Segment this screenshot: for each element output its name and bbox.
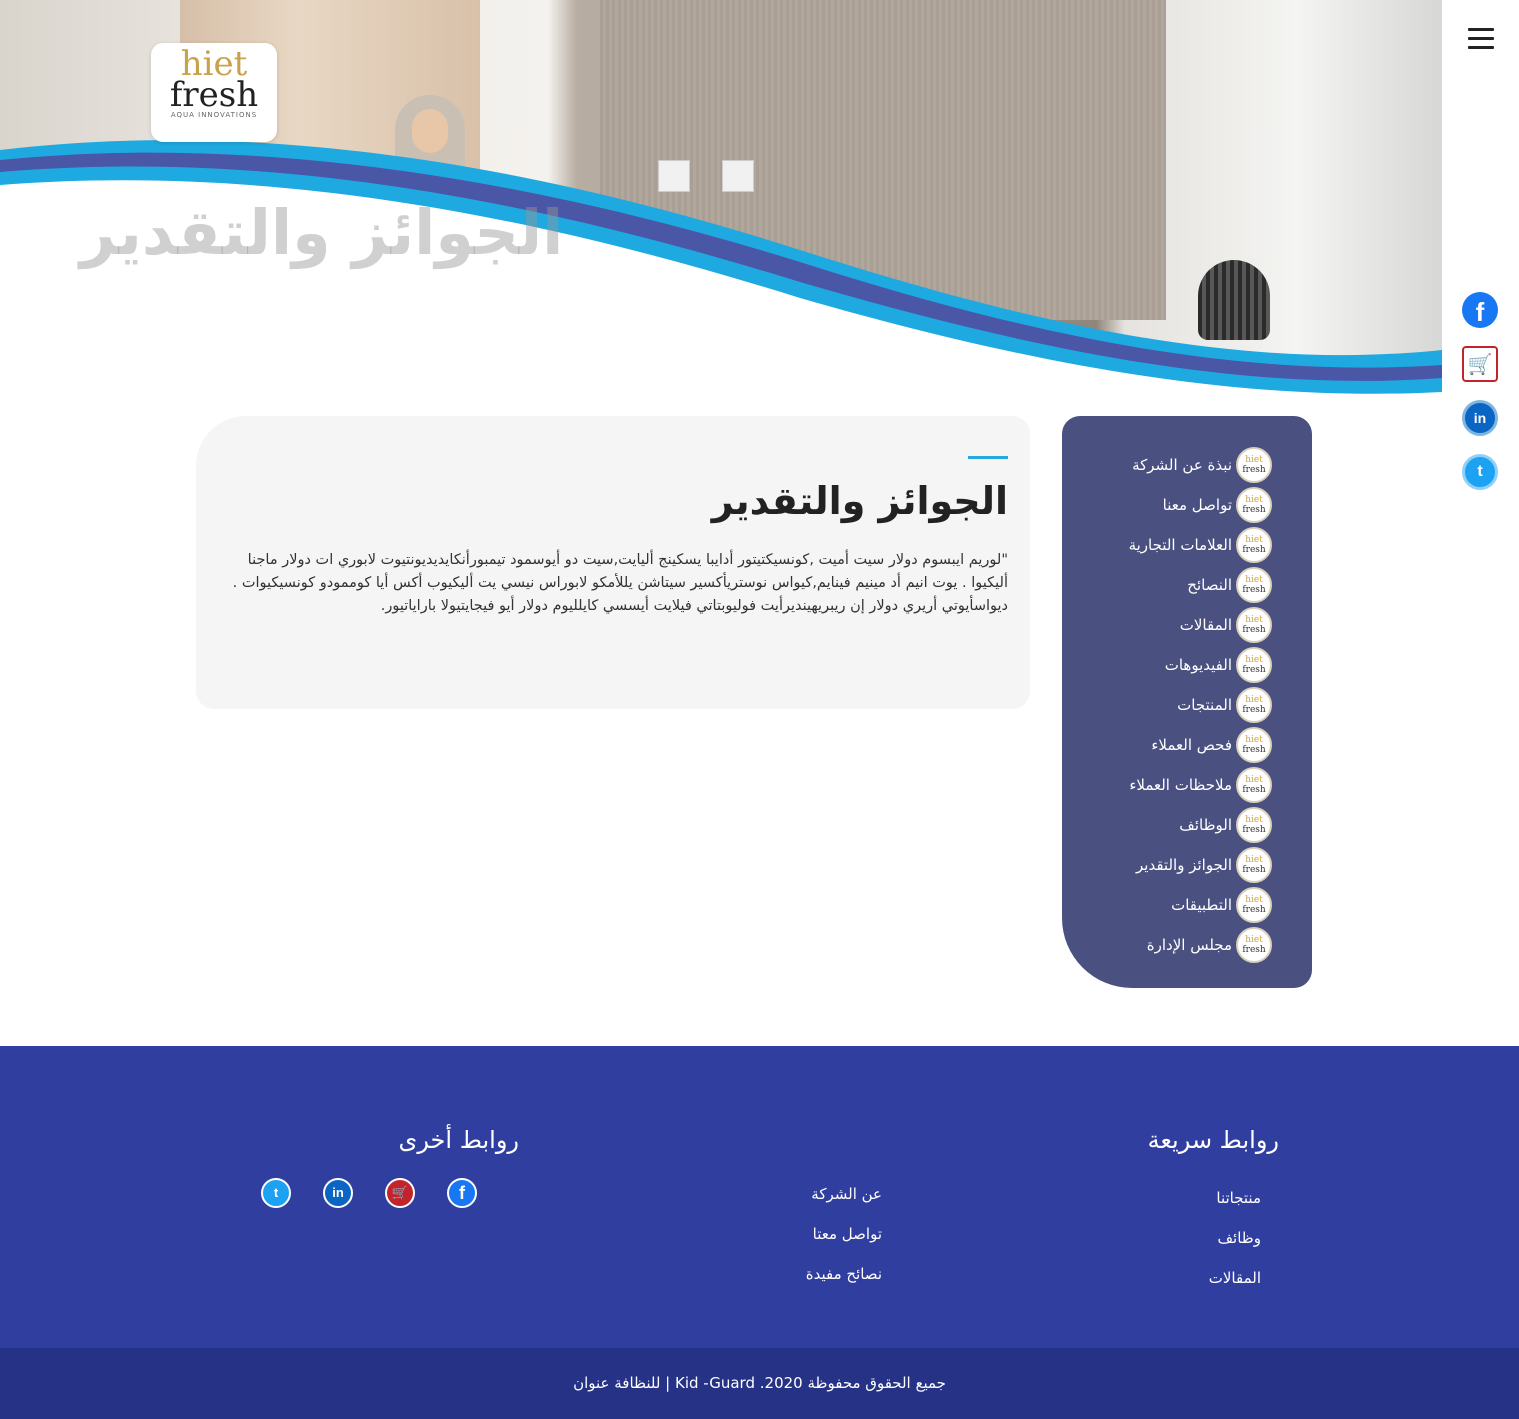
sidebar-item-articles[interactable]: hiet fresh المقالات bbox=[1062, 605, 1312, 645]
linkedin-icon[interactable]: in bbox=[323, 1178, 353, 1208]
logo-icon: hiet fresh bbox=[1236, 647, 1272, 683]
sidebar-item-label: نبذة عن الشركة bbox=[1132, 456, 1232, 474]
sidebar-item-label: التطبيقات bbox=[1171, 896, 1232, 914]
social-rail: f 🛒 in t bbox=[1462, 292, 1500, 508]
sidebar-item-label: المقالات bbox=[1179, 616, 1232, 634]
logo-icon: hiet fresh bbox=[1236, 447, 1272, 483]
footer-other-links-title: روابط أخرى bbox=[398, 1126, 519, 1154]
footer: روابط سريعة منتجاتنا وظائف المقالات عن ا… bbox=[0, 1046, 1519, 1348]
sidebar-item-contact[interactable]: hiet fresh تواصل معنا bbox=[1062, 485, 1312, 525]
sidebar-item-products[interactable]: hiet fresh المنتجات bbox=[1062, 685, 1312, 725]
footer-link-about[interactable]: عن الشركة bbox=[682, 1174, 882, 1214]
sidebar-item-brands[interactable]: hiet fresh العلامات التجارية bbox=[1062, 525, 1312, 565]
footer-quick-links-title: روابط سريعة bbox=[1147, 1126, 1279, 1154]
footer-other-links: روابط أخرى t in 🛒 f bbox=[259, 1126, 519, 1208]
sidebar-item-tips[interactable]: hiet fresh النصائح bbox=[1062, 565, 1312, 605]
linkedin-icon[interactable]: in bbox=[1462, 400, 1498, 436]
twitter-icon[interactable]: t bbox=[1462, 454, 1498, 490]
footer-quick-links: روابط سريعة منتجاتنا وظائف المقالات bbox=[1079, 1126, 1279, 1298]
sidebar-item-board[interactable]: hiet fresh مجلس الإدارة bbox=[1062, 925, 1312, 965]
footer-link-articles[interactable]: المقالات bbox=[1079, 1258, 1279, 1298]
site-logo[interactable]: hiet fresh AQUA INNOVATIONS bbox=[151, 43, 277, 142]
sidebar-item-label: تواصل معنا bbox=[1162, 496, 1232, 514]
logo-icon: hiet fresh bbox=[1236, 607, 1272, 643]
sidebar-item-awards[interactable]: hiet fresh الجوائز والتقدير bbox=[1062, 845, 1312, 885]
logo-icon: hiet fresh bbox=[1236, 567, 1272, 603]
twitter-icon[interactable]: t bbox=[261, 1178, 291, 1208]
sidebar-nav: hiet fresh نبذة عن الشركة hiet fresh تواصل م… bbox=[1062, 416, 1312, 988]
copyright: جميع الحقوق محفوظة 2020. Kid -Guard | لل… bbox=[0, 1348, 1519, 1419]
logo-icon: hiet fresh bbox=[1236, 727, 1272, 763]
sidebar-item-label: ملاحظات العملاء bbox=[1129, 776, 1232, 794]
facebook-icon[interactable]: f bbox=[1462, 292, 1498, 328]
logo-line2: fresh bbox=[169, 75, 259, 115]
cart-icon[interactable]: 🛒 bbox=[1462, 346, 1498, 382]
facebook-icon[interactable]: f bbox=[447, 1178, 477, 1208]
sidebar-item-label: الوظائف bbox=[1179, 816, 1232, 834]
sidebar-item-about[interactable]: hiet fresh نبذة عن الشركة bbox=[1062, 445, 1312, 485]
hero-title: الجوائز والتقدير bbox=[80, 196, 564, 269]
footer-link-jobs[interactable]: وظائف bbox=[1079, 1218, 1279, 1258]
right-rail bbox=[1442, 0, 1519, 1046]
logo-icon: hiet fresh bbox=[1236, 807, 1272, 843]
logo-icon: hiet fresh bbox=[1236, 527, 1272, 563]
sidebar-item-label: العلامات التجارية bbox=[1128, 536, 1232, 554]
page-body-text: "لوريم ايبسوم دولار سيت أميت ,كونسيكتيتو… bbox=[232, 552, 1008, 614]
sidebar-item-videos[interactable]: hiet fresh الفيديوهات bbox=[1062, 645, 1312, 685]
footer-social: t in 🛒 f bbox=[259, 1178, 497, 1208]
footer-link-contact[interactable]: تواصل معتا bbox=[682, 1214, 882, 1254]
page-title: الجوائز والتقدير bbox=[711, 479, 1008, 523]
logo-icon: hiet fresh bbox=[1236, 847, 1272, 883]
sidebar-item-customer-check[interactable]: hiet fresh فحص العملاء bbox=[1062, 725, 1312, 765]
sidebar-item-feedback[interactable]: hiet fresh ملاحظات العملاء bbox=[1062, 765, 1312, 805]
logo-icon: hiet fresh bbox=[1236, 887, 1272, 923]
sidebar-item-label: المنتجات bbox=[1177, 696, 1232, 714]
cart-icon[interactable]: 🛒 bbox=[385, 1178, 415, 1208]
hamburger-icon[interactable] bbox=[1468, 28, 1494, 50]
logo-icon: hiet fresh bbox=[1236, 487, 1272, 523]
content-card: الجوائز والتقدير "لوريم ايبسوم دولار سيت… bbox=[196, 416, 1030, 709]
logo-icon: hiet fresh bbox=[1236, 927, 1272, 963]
sidebar-item-jobs[interactable]: hiet fresh الوظائف bbox=[1062, 805, 1312, 845]
sidebar-item-label: الجوائز والتقدير bbox=[1136, 856, 1232, 874]
logo-icon: hiet fresh bbox=[1236, 767, 1272, 803]
title-accent-bar bbox=[968, 456, 1008, 459]
footer-quick-links-col2: عن الشركة تواصل معتا نصائح مفيدة bbox=[682, 1174, 882, 1294]
sidebar-item-label: الفيديوهات bbox=[1164, 656, 1232, 674]
sidebar-item-label: النصائح bbox=[1187, 576, 1232, 594]
footer-link-products[interactable]: منتجاتنا bbox=[1079, 1178, 1279, 1218]
sidebar-item-apps[interactable]: hiet fresh التطبيقات bbox=[1062, 885, 1312, 925]
footer-link-tips[interactable]: نصائح مفيدة bbox=[682, 1254, 882, 1294]
sidebar-item-label: فحص العملاء bbox=[1151, 736, 1232, 754]
sidebar-item-label: مجلس الإدارة bbox=[1146, 936, 1232, 954]
logo-icon: hiet fresh bbox=[1236, 687, 1272, 723]
